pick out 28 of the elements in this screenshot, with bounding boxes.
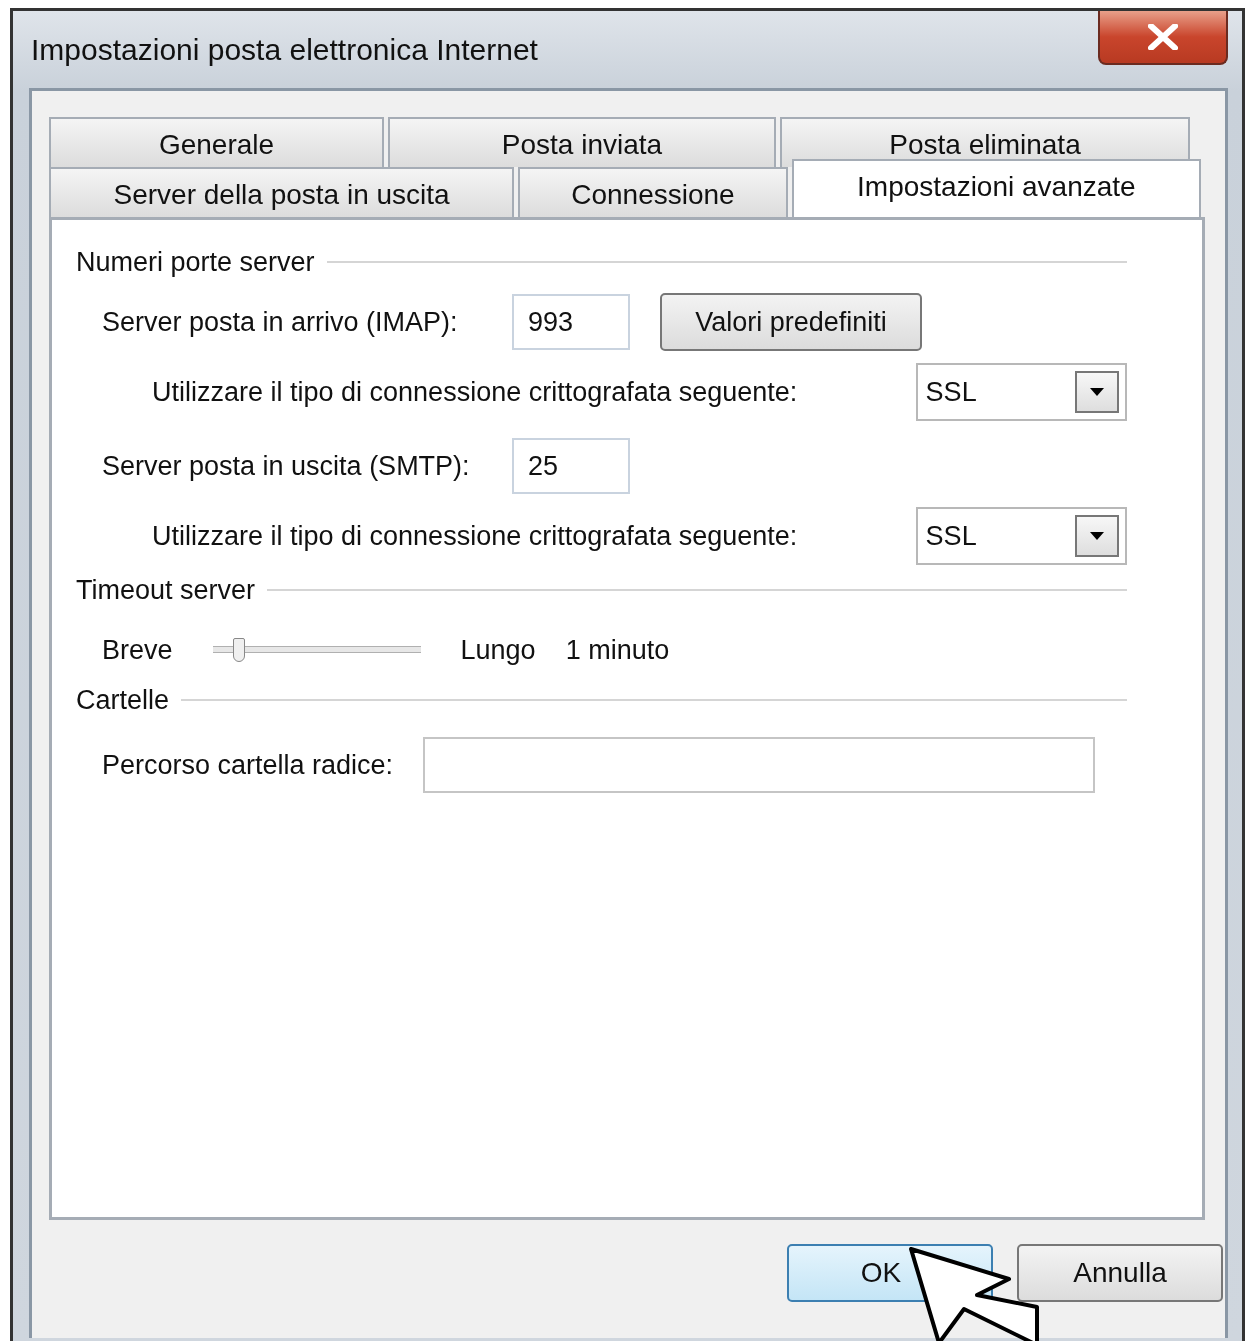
dialog-button[interactable]: Annulla — [1017, 1244, 1223, 1302]
field-label: Percorso cartella radice: — [102, 749, 394, 781]
tab[interactable]: Impostazioni avanzate — [791, 159, 1201, 217]
timeout-value: 1 minuto — [565, 634, 670, 666]
root-folder-field[interactable] — [423, 737, 1096, 793]
encryption-dropdown[interactable]: SSL — [915, 507, 1127, 565]
encryption-dropdown[interactable]: SSL — [915, 363, 1127, 421]
close-icon — [1148, 24, 1178, 50]
field-label: Server posta in arrivo (IMAP): — [102, 306, 459, 338]
tab[interactable]: Server della posta in uscita — [49, 167, 515, 217]
slider-label: Lungo — [460, 634, 536, 666]
port-field[interactable]: 993 — [512, 294, 630, 350]
field-label: Server posta in uscita (SMTP): — [102, 450, 471, 482]
field-label: Utilizzare il tipo di connessione crittografata seguente: — [152, 376, 799, 408]
section-title: Timeout server — [76, 574, 256, 606]
tab[interactable]: Generale — [49, 117, 384, 167]
cursor-icon — [909, 1247, 1039, 1341]
slider-label: Breve — [102, 634, 173, 666]
defaults-button[interactable]: Valori predefiniti — [660, 293, 922, 351]
tab[interactable]: Posta inviata — [388, 117, 776, 167]
close-button[interactable] — [1098, 11, 1228, 65]
slider-thumb[interactable] — [233, 638, 246, 662]
port-field[interactable]: 25 — [512, 438, 630, 494]
window-title: Impostazioni posta elettronica Internet — [30, 32, 538, 67]
tab[interactable]: Connessione — [518, 167, 788, 217]
field-label: Utilizzare il tipo di connessione crittografata seguente: — [152, 520, 799, 552]
section-title: Numeri porte server — [76, 246, 315, 278]
section-title: Cartelle — [76, 684, 170, 716]
